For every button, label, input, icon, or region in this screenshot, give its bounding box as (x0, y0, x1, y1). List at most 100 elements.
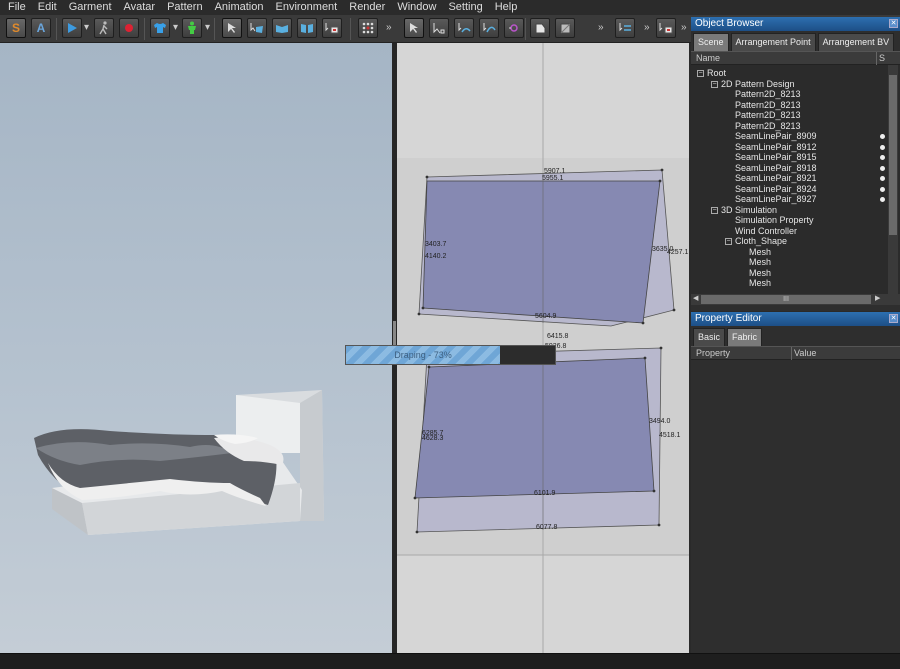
pattern-piece-back-inner[interactable] (414, 357, 655, 499)
tree-item[interactable]: SeamLinePair_8918 (691, 163, 817, 174)
tree-horizontal-scrollbar[interactable]: ◀ III ▶ (691, 294, 900, 305)
menu-help[interactable]: Help (489, 0, 524, 15)
menu-avatar[interactable]: Avatar (118, 0, 162, 15)
scene-tree[interactable]: − Root −2D Pattern Design Pattern2D_8213 Pat… (691, 65, 900, 294)
tree-item[interactable]: Mesh (691, 268, 771, 279)
menu-garment[interactable]: Garment (63, 0, 118, 15)
column-s[interactable]: S (876, 52, 885, 65)
toolbar-more-2d-icon[interactable]: » (598, 22, 604, 33)
tree-vertical-scrollbar[interactable] (888, 65, 898, 294)
toolbar-more-3d-icon[interactable]: » (386, 22, 392, 33)
menu-setting[interactable]: Setting (442, 0, 488, 15)
tree-item[interactable]: Mesh (691, 257, 771, 268)
tree-item[interactable]: SeamLinePair_8915 (691, 152, 817, 163)
garment-dropdown-icon[interactable]: ▾ (173, 22, 178, 33)
toolbar-more-2d-b-icon[interactable]: » (644, 22, 650, 33)
points-button[interactable] (358, 18, 378, 38)
avatar-dropdown-icon[interactable]: ▾ (205, 22, 210, 33)
fold-icon (276, 25, 288, 33)
tree-item[interactable]: SeamLinePair_8927 (691, 194, 817, 205)
visibility-dot-icon[interactable] (880, 165, 885, 171)
scroll-right-icon[interactable]: ▶ (875, 294, 880, 302)
tab-scene[interactable]: Scene (693, 33, 729, 51)
play-dropdown-icon[interactable]: ▾ (84, 22, 89, 33)
tab-fabric[interactable]: Fabric (727, 328, 763, 346)
tree-item-label: Root (707, 68, 727, 78)
tree-item[interactable]: Mesh (691, 247, 771, 258)
garment-button[interactable] (150, 18, 170, 38)
close-icon[interactable]: ✕ (889, 19, 898, 28)
menu-animation[interactable]: Animation (209, 0, 270, 15)
transform-tool-button[interactable] (247, 18, 267, 38)
record-button[interactable] (119, 18, 139, 38)
seam-tool-button[interactable] (615, 18, 635, 38)
menu-file[interactable]: File (2, 0, 32, 15)
play-button[interactable] (62, 18, 82, 38)
tree-item[interactable]: Wind Controller (691, 226, 797, 237)
menu-environment[interactable]: Environment (269, 0, 343, 15)
tree-item[interactable]: − Cloth_Shape (691, 236, 787, 247)
tree-item[interactable]: SeamLinePair_8912 (691, 142, 817, 153)
tree-item[interactable]: Simulation Property (691, 215, 814, 226)
object-browser-title: Object Browser ✕ (691, 17, 900, 31)
tree-item[interactable]: Mesh (691, 278, 771, 289)
visibility-dot-icon[interactable] (880, 134, 885, 139)
point-select-button[interactable] (429, 18, 449, 38)
scroll-left-icon[interactable]: ◀ (693, 294, 698, 302)
visibility-dot-icon[interactable] (880, 144, 885, 150)
visibility-dot-icon[interactable] (880, 176, 885, 181)
column-value[interactable]: Value (791, 347, 816, 360)
tree-toggle-icon[interactable]: − (697, 70, 704, 77)
tree-item[interactable]: Pattern2D_8213 (691, 110, 801, 121)
visibility-dot-icon[interactable] (880, 155, 885, 160)
tab-arrangement-point[interactable]: Arrangement Point (730, 33, 816, 51)
tree-item[interactable]: SeamLinePair_8924 (691, 184, 817, 195)
scrollbar-thumb[interactable]: III (701, 295, 871, 304)
select-2d-button[interactable] (404, 18, 424, 38)
column-name[interactable]: Name (696, 52, 720, 65)
tree-item[interactable]: Pattern2D_8213 (691, 121, 801, 132)
tree-item[interactable]: − Root (691, 68, 726, 79)
tree-item[interactable]: SeamLinePair_8921 (691, 173, 817, 184)
edit-curve-button[interactable] (454, 18, 474, 38)
add-point-button[interactable] (504, 18, 524, 38)
arrange-button[interactable] (322, 18, 342, 38)
avatar-button[interactable] (182, 18, 202, 38)
close-icon[interactable]: ✕ (889, 314, 898, 323)
tree-item[interactable]: −3D Simulation (691, 205, 777, 216)
tree-toggle-icon[interactable]: − (725, 238, 732, 245)
tree-item-label: Mesh (749, 257, 772, 267)
walk-button[interactable] (94, 18, 114, 38)
shirt-fit-button[interactable] (297, 18, 317, 38)
pattern-piece-front-inner[interactable] (422, 180, 661, 324)
fold-tool-button[interactable] (272, 18, 292, 38)
tree-toggle-icon[interactable]: − (711, 206, 718, 214)
toolbar-more-2d-c-icon[interactable]: » (681, 22, 687, 33)
visibility-dot-icon[interactable] (880, 186, 885, 192)
viewport-3d[interactable] (0, 43, 392, 653)
rectangle-button[interactable] (555, 18, 575, 38)
tree-item[interactable]: Pattern2D_8213 (691, 100, 801, 111)
animation-mode-button[interactable]: A (31, 18, 51, 38)
property-editor-panel: Property Editor ✕ Basic Fabric Property … (691, 312, 900, 653)
tree-item-label: Mesh (749, 246, 772, 257)
tab-basic[interactable]: Basic (693, 328, 726, 346)
tree-item[interactable]: −2D Pattern Design (691, 79, 795, 90)
tab-arrangement-bv[interactable]: Arrangement BV (817, 33, 895, 51)
select-tool-button[interactable] (222, 18, 242, 38)
tree-item[interactable]: Pattern2D_8213 (691, 89, 801, 100)
arrange-2d-button[interactable] (656, 18, 676, 38)
visibility-dot-icon[interactable] (880, 197, 885, 202)
menu-pattern[interactable]: Pattern (161, 0, 208, 15)
tree-toggle-icon[interactable]: − (711, 80, 718, 88)
menu-window[interactable]: Window (391, 0, 442, 15)
menu-render[interactable]: Render (343, 0, 391, 15)
dim-label: 4140.2 (425, 253, 447, 260)
menu-edit[interactable]: Edit (32, 0, 63, 15)
column-property[interactable]: Property (696, 347, 730, 360)
curve-point-button[interactable] (479, 18, 499, 38)
polygon-button[interactable] (530, 18, 550, 38)
scrollbar-thumb[interactable] (889, 75, 897, 235)
simulation-mode-button[interactable]: S (6, 18, 26, 38)
tree-item[interactable]: SeamLinePair_8909 (691, 131, 817, 142)
